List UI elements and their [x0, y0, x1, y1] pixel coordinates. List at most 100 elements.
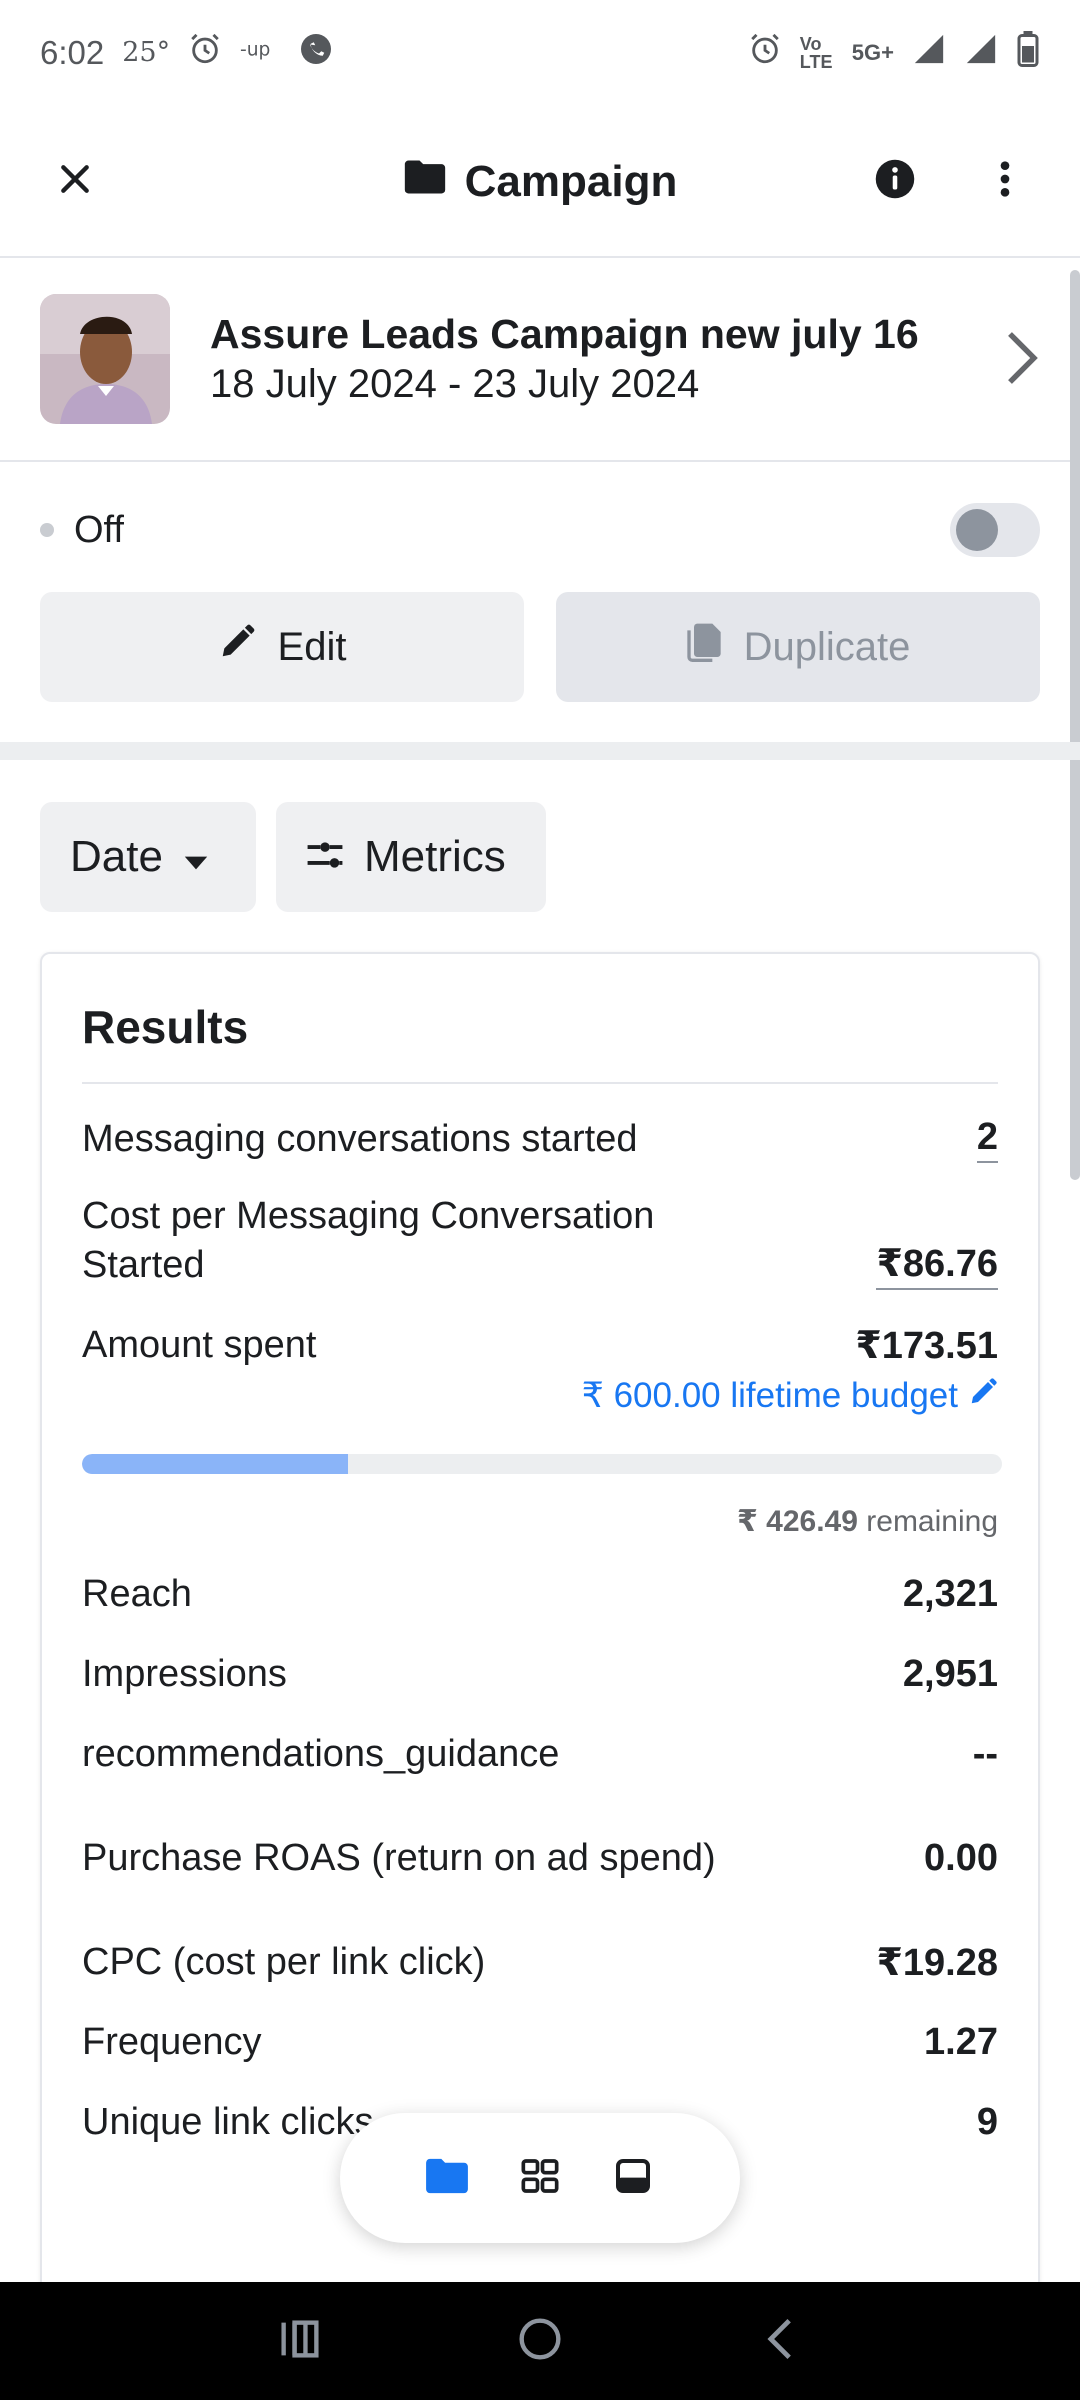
results-title: Results [82, 954, 998, 1084]
home-button[interactable] [500, 2301, 580, 2381]
status-dot [40, 523, 54, 537]
metric-row-reach: Reach 2,321 [82, 1569, 998, 1619]
metric-value[interactable]: ₹86.76 [876, 1241, 998, 1290]
metrics-button[interactable]: Metrics [276, 802, 546, 912]
metric-label: Purchase ROAS (return on ad spend) [82, 1836, 716, 1879]
metric-row-impressions: Impressions 2,951 [82, 1649, 998, 1699]
duplicate-label: Duplicate [743, 624, 911, 669]
pencil-icon [968, 1376, 998, 1416]
signal-icon [912, 32, 946, 74]
budget-remaining: ₹ 426.49 remaining [82, 1504, 998, 1539]
action-buttons: Edit Duplicate [40, 592, 1040, 702]
page-title-text: Campaign [464, 156, 678, 206]
date-filter-button[interactable]: Date [40, 802, 256, 912]
metric-label: Messaging conversations started [82, 1117, 638, 1160]
remaining-amount: ₹ 426.49 [736, 1505, 858, 1538]
campaign-toggle[interactable] [950, 503, 1040, 557]
status-bar-right: Vo LTE 5G+ [748, 30, 1040, 75]
close-icon [55, 159, 95, 204]
metric-value[interactable]: 2 [976, 1116, 998, 1163]
status-label: Off [74, 508, 124, 551]
metric-label: Cost per Messaging Conversation Started [82, 1195, 655, 1286]
info-button[interactable] [850, 136, 940, 226]
metric-row-cost-per-conversation[interactable]: Cost per Messaging Conversation Started … [82, 1192, 998, 1290]
metric-label: Reach [82, 1572, 192, 1615]
metric-value: ₹19.28 [876, 1941, 998, 1984]
metric-value: 2,321 [902, 1572, 998, 1615]
nav-ads-button[interactable] [598, 2143, 668, 2213]
metric-row-messaging-conversations[interactable]: Messaging conversations started 2 [82, 1114, 998, 1164]
duplicate-button[interactable]: Duplicate [556, 592, 1040, 702]
battery-icon [1016, 30, 1040, 75]
metric-value: 2,951 [902, 1652, 998, 1695]
metrics-label: Metrics [364, 832, 506, 881]
folder-icon [424, 2157, 470, 2200]
metric-label: Amount spent [82, 1323, 317, 1366]
metric-value: 1.27 [924, 2020, 998, 2063]
grid-icon [520, 2156, 560, 2201]
info-icon [874, 158, 916, 205]
lifetime-budget-link[interactable]: ₹ 600.00 lifetime budget [82, 1376, 998, 1416]
campaign-status-row: Off [40, 495, 1040, 565]
folder-icon [403, 157, 447, 207]
date-filter-label: Date [70, 832, 163, 881]
app-header: Campaign [0, 105, 1080, 258]
duplicate-icon [686, 622, 722, 672]
campaign-thumbnail [40, 294, 170, 424]
alarm-icon [188, 32, 222, 74]
more-vertical-icon [999, 159, 1011, 204]
status-bar-left: 6:02 25° -up [40, 31, 334, 75]
metric-row-cpc: CPC (cost per link click) ₹19.28 [82, 1937, 998, 1987]
recent-apps-icon [278, 2319, 322, 2364]
metric-value: 0.00 [924, 1836, 998, 1879]
ad-preview-icon [613, 2156, 653, 2201]
remaining-label: remaining [866, 1505, 998, 1538]
system-nav-bar [0, 2282, 1080, 2400]
network-5g-indicator: 5G+ [851, 39, 894, 65]
section-divider [0, 742, 1080, 760]
budget-text: ₹ 600.00 lifetime budget [581, 1376, 958, 1415]
alarm-icon [748, 32, 782, 74]
back-chevron-icon [765, 2317, 795, 2366]
status-bar: 6:02 25° -up Vo LTE 5G+ [0, 0, 1080, 105]
metric-row-recommendations: recommendations_guidance -- [82, 1729, 998, 1779]
home-circle-icon [518, 2317, 562, 2366]
budget-progress-fill [82, 1454, 348, 1474]
campaign-text: Assure Leads Campaign new july 16 18 Jul… [210, 311, 919, 407]
caret-down-icon [183, 832, 209, 882]
metric-value: -- [972, 1732, 998, 1775]
campaign-summary-row[interactable]: Assure Leads Campaign new july 16 18 Jul… [0, 258, 1070, 462]
pencil-icon [218, 623, 256, 671]
edit-button[interactable]: Edit [40, 592, 524, 702]
more-options-button[interactable] [960, 136, 1050, 226]
toggle-knob [956, 509, 998, 551]
recent-apps-button[interactable] [260, 2301, 340, 2381]
metric-label: Unique link clicks [82, 2100, 374, 2143]
temperature: 25° [122, 37, 171, 68]
metric-label: Impressions [82, 1652, 287, 1695]
svg-text:-up: -up [240, 39, 270, 60]
metric-label: Frequency [82, 2020, 262, 2063]
metric-value: 9 [976, 2100, 998, 2143]
edit-label: Edit [277, 624, 347, 669]
nav-campaigns-button[interactable] [412, 2143, 482, 2213]
campaign-dates: 18 July 2024 - 23 July 2024 [210, 362, 700, 406]
volte-indicator: Vo LTE [799, 33, 833, 72]
metric-label: recommendations_guidance [82, 1732, 560, 1775]
metric-label: CPC (cost per link click) [82, 1940, 486, 1983]
scrollbar[interactable] [1070, 270, 1080, 1180]
nav-ad-sets-button[interactable] [505, 2143, 575, 2213]
budget-progress-bar [82, 1454, 1002, 1474]
signal-icon [964, 32, 998, 74]
floating-nav [340, 2113, 740, 2243]
back-button[interactable] [740, 2301, 820, 2381]
close-button[interactable] [30, 136, 120, 226]
metric-row-amount-spent: Amount spent ₹173.51 [82, 1320, 998, 1370]
metric-row-frequency: Frequency 1.27 [82, 2017, 998, 2067]
clock-time: 6:02 [40, 33, 105, 71]
upload-icon: -up [240, 34, 280, 72]
metric-value: ₹173.51 [855, 1324, 998, 1367]
filter-bar: Date Metrics [40, 802, 546, 912]
campaign-name: Assure Leads Campaign new july 16 [210, 311, 919, 357]
whatsapp-icon [298, 31, 334, 75]
